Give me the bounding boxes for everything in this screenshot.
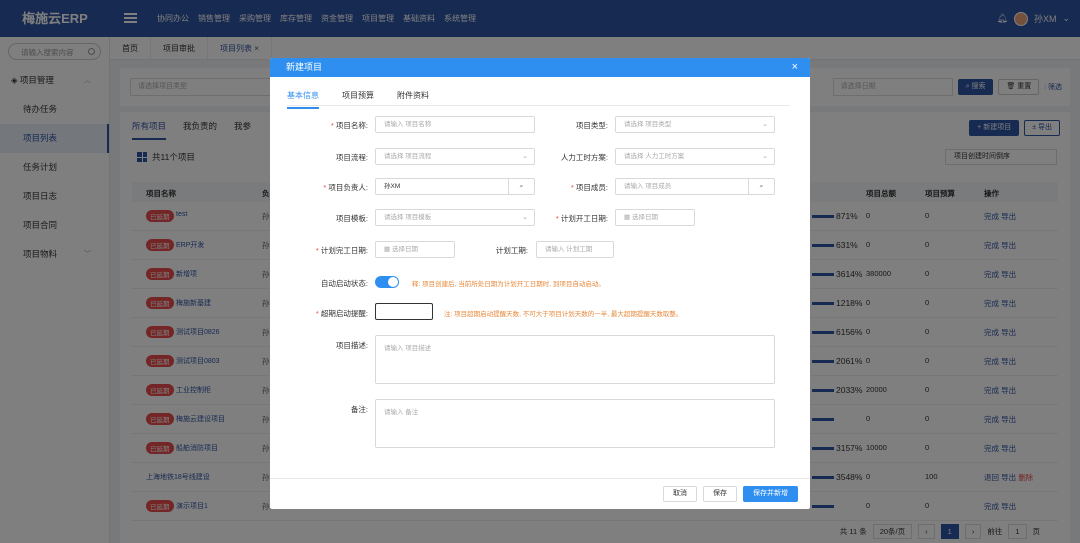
start-date-picker[interactable]: ▦ 选择日期 [615, 209, 695, 226]
dialog-title: 新建项目 [286, 62, 323, 72]
auto-start-label: 自动启动状态: [320, 279, 368, 288]
chevron-down-icon: ⌄ [762, 121, 768, 128]
label-text: 计划开工日期: [560, 214, 608, 223]
save-button[interactable]: 保存 [703, 486, 737, 502]
value: 孙XM [384, 183, 401, 190]
project-type-select[interactable]: 请选择 项目类型 ⌄ [615, 116, 775, 133]
overdue-remind-label: * 超期启动提醒: [315, 309, 368, 318]
project-member-input[interactable]: 请输入 项目成员 ⌕ [615, 178, 775, 195]
project-template-select[interactable]: 请选择 项目模板 ⌄ [375, 209, 535, 226]
project-type-label: 项目类型: [575, 121, 608, 130]
search-icon[interactable]: ⌕ [508, 179, 534, 194]
dialog-tabs: 基本信息 项目预算 附件资料 [287, 90, 429, 109]
calendar-icon: ▦ [624, 214, 632, 221]
placeholder: 请选择 项目流程 [384, 153, 432, 160]
chevron-down-icon: ⌄ [522, 153, 528, 160]
placeholder: 请选择 项目模板 [384, 214, 432, 221]
tab-attachments[interactable]: 附件资料 [397, 90, 429, 109]
label-text: 超期启动提醒: [320, 309, 368, 318]
labor-plan-select[interactable]: 请选择 人力工时方案 ⌄ [615, 148, 775, 165]
save-and-new-button[interactable]: 保存并新增 [743, 486, 798, 502]
dialog-header: 新建项目 × [270, 58, 810, 77]
project-name-label: * 项目名称: [330, 121, 368, 130]
project-flow-label: 项目流程: [335, 153, 368, 162]
planned-days-label: 计划工期: [495, 246, 528, 255]
dialog-footer: 取消 保存 保存并新增 [270, 478, 810, 509]
tab-basic-info[interactable]: 基本信息 [287, 90, 319, 109]
calendar-icon: ▦ [384, 246, 392, 253]
project-flow-select[interactable]: 请选择 项目流程 ⌄ [375, 148, 535, 165]
end-date-picker[interactable]: ▦ 选择日期 [375, 241, 455, 258]
end-date-label: * 计划完工日期: [315, 246, 368, 255]
project-template-label: 项目模板: [335, 214, 368, 223]
remark-textarea[interactable]: 请输入 备注 [375, 399, 775, 448]
labor-plan-label: 人力工时方案: [560, 153, 608, 162]
description-label: 项目描述: [335, 341, 368, 350]
placeholder: 选择日期 [631, 214, 658, 221]
project-lead-input[interactable]: 孙XM ⌕ [375, 178, 535, 195]
cancel-button[interactable]: 取消 [663, 486, 697, 502]
close-icon[interactable]: × [792, 58, 798, 77]
description-textarea[interactable]: 请输入 项目描述 [375, 335, 775, 384]
remark-label: 备注: [350, 405, 368, 414]
placeholder: 选择日期 [391, 246, 418, 253]
project-lead-label: * 项目负责人: [323, 183, 368, 192]
search-icon[interactable]: ⌕ [748, 179, 774, 194]
label-text: 项目成员: [575, 183, 608, 192]
tab-divider [287, 105, 790, 106]
overdue-remind-input[interactable] [375, 303, 433, 320]
overdue-remind-note: 注: 项目超期启动提醒天数, 不可大于项目计划天数的一半, 最大超期提醒天数取整… [444, 311, 683, 318]
chevron-down-icon: ⌄ [522, 214, 528, 221]
placeholder: 请选择 人力工时方案 [624, 153, 685, 160]
label-text: 项目负责人: [328, 183, 368, 192]
auto-start-toggle[interactable] [375, 276, 399, 288]
placeholder: 请输入 项目成员 [624, 183, 672, 190]
project-member-label: * 项目成员: [570, 183, 608, 192]
chevron-down-icon: ⌄ [762, 153, 768, 160]
label-text: 计划完工日期: [320, 246, 368, 255]
start-date-label: * 计划开工日期: [555, 214, 608, 223]
new-project-dialog: 新建项目 × 基本信息 项目预算 附件资料 * 项目名称: 请输入 项目名称 项… [270, 58, 810, 509]
label-text: 项目名称: [335, 121, 368, 130]
auto-start-note: 释: 项目创建后, 当前所处日期为计划开工日期时, 到项目自动启动。 [412, 281, 605, 288]
planned-days-input[interactable]: 请输入 计划工期 [536, 241, 614, 258]
tab-project-budget[interactable]: 项目预算 [342, 90, 374, 109]
placeholder: 请选择 项目类型 [624, 121, 672, 128]
project-name-input[interactable]: 请输入 项目名称 [375, 116, 535, 133]
